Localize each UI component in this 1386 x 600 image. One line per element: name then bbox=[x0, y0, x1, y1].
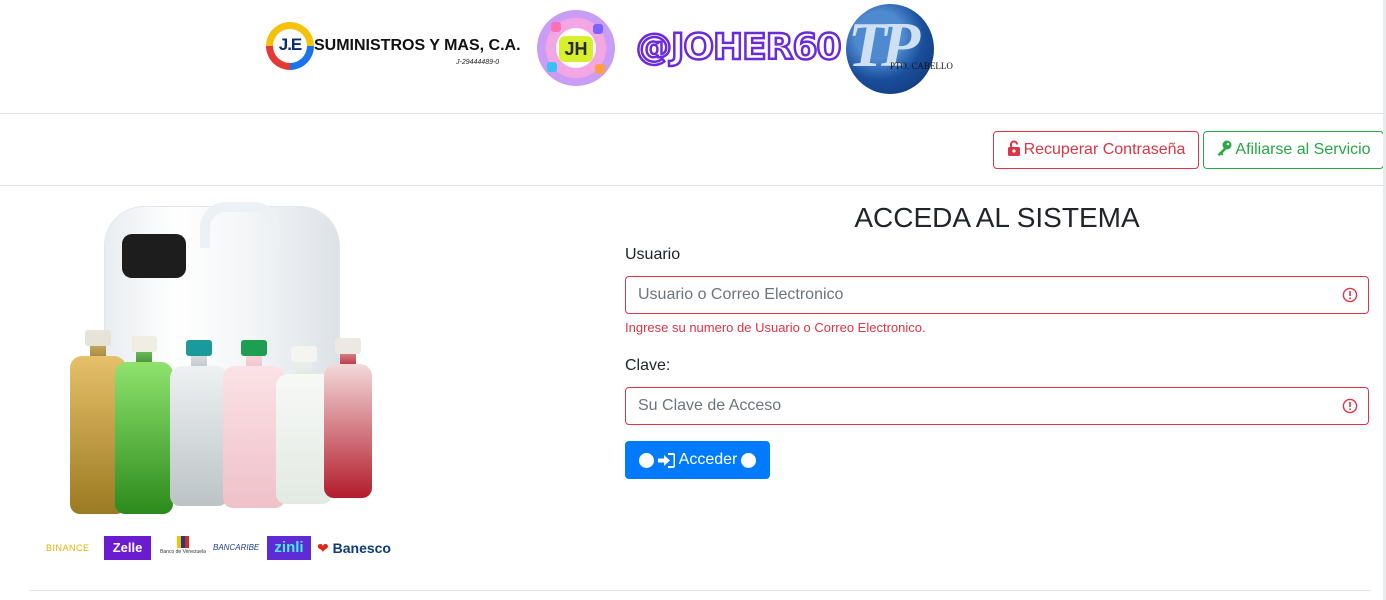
binance-logo: BINANCE bbox=[46, 543, 90, 553]
banesco-logo: ❤ Banesco bbox=[317, 536, 391, 560]
bottom-divider bbox=[30, 590, 1370, 591]
bottle-shape bbox=[170, 340, 228, 506]
sign-in-icon bbox=[657, 452, 675, 468]
bottle-cap-shape bbox=[335, 338, 361, 354]
bdv-logo: Banco de Venezuela bbox=[160, 536, 206, 560]
product-bottles-image bbox=[30, 196, 400, 526]
spinner-dot-icon bbox=[638, 452, 654, 468]
user-field-wrapper bbox=[625, 276, 1369, 314]
banesco-mark: ❤ bbox=[317, 540, 329, 556]
password-input[interactable] bbox=[625, 387, 1369, 425]
payment-methods: BINANCE Zelle Banco de Venezuela BANCARI… bbox=[46, 536, 406, 562]
recover-password-label: Recuperar Contraseña bbox=[1023, 141, 1186, 158]
store-logo-decoration bbox=[551, 22, 561, 32]
company-logo: J.E SUMINISTROS Y MAS, C.A. J-29444489-0 bbox=[266, 22, 521, 72]
store-logo: JH bbox=[537, 10, 615, 86]
user-input[interactable] bbox=[625, 276, 1369, 314]
unlock-icon bbox=[1007, 140, 1020, 156]
user-error-message: Ingrese su numero de Usuario o Correo El… bbox=[625, 320, 926, 335]
bottle-shape bbox=[324, 338, 372, 498]
store-logo-initials: JH bbox=[559, 36, 593, 62]
bottle-cap-shape bbox=[85, 330, 111, 346]
company-logo-initials: J.E bbox=[278, 35, 303, 54]
login-button[interactable]: Acceder bbox=[625, 441, 770, 479]
key-icon bbox=[1217, 140, 1232, 156]
location-logo-caption: PTO. CABELLO bbox=[890, 61, 953, 71]
bottle-cap-shape bbox=[291, 346, 317, 362]
recover-password-button[interactable]: Recuperar Contraseña bbox=[993, 131, 1199, 169]
store-logo-decoration bbox=[547, 62, 557, 72]
bottle-cap-shape bbox=[186, 340, 212, 356]
location-logo: TP PTO. CABELLO bbox=[846, 4, 958, 96]
logo-bar: J.E SUMINISTROS Y MAS, C.A. J-29444489-0… bbox=[0, 0, 1386, 114]
affiliate-button[interactable]: Afiliarse al Servicio bbox=[1203, 131, 1384, 169]
password-label: Clave: bbox=[625, 357, 671, 374]
company-logo-rif: J-29444489-0 bbox=[456, 59, 500, 66]
store-logo-decoration bbox=[595, 64, 605, 74]
banesco-name: Banesco bbox=[332, 540, 391, 556]
store-logo-decoration bbox=[593, 24, 603, 34]
user-label: Usuario bbox=[625, 246, 681, 263]
jug-handle-shape bbox=[200, 202, 280, 248]
page-title: ACCEDA AL SISTEMA bbox=[854, 202, 1140, 233]
bottle-cap-shape bbox=[131, 336, 157, 352]
company-logo-name: SUMINISTROS Y MAS, C.A. bbox=[314, 37, 521, 54]
zelle-logo: Zelle bbox=[104, 536, 151, 560]
login-button-label: Acceder bbox=[678, 451, 738, 468]
jug-cap-shape bbox=[122, 234, 186, 278]
bancaribe-logo: BANCARIBE bbox=[213, 543, 260, 552]
spinner-dot-icon bbox=[741, 452, 757, 468]
affiliate-label: Afiliarse al Servicio bbox=[1235, 141, 1371, 158]
bottle-cap-shape bbox=[241, 340, 267, 356]
bottle-shape bbox=[115, 336, 173, 514]
password-field-wrapper bbox=[625, 387, 1369, 425]
zinli-logo: zinli bbox=[267, 536, 311, 560]
error-icon bbox=[1342, 398, 1358, 414]
error-icon bbox=[1342, 287, 1358, 303]
social-handle: @JOHER60 bbox=[635, 26, 843, 69]
action-bar: Recuperar Contraseña Afiliarse al Servic… bbox=[0, 114, 1386, 186]
